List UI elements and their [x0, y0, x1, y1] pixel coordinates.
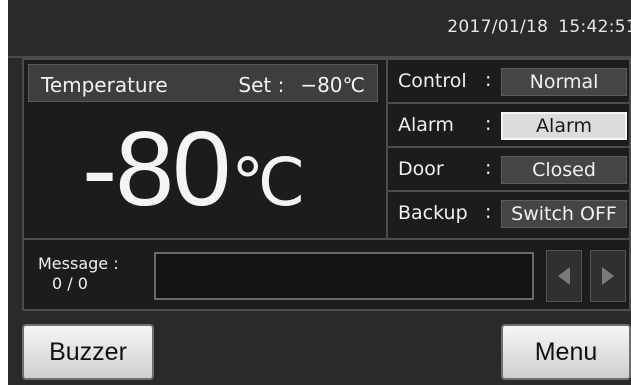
main-panel: Temperature Set : −80℃ -80℃ Control : Nor… — [22, 58, 631, 311]
status-row-control: Control : Normal — [388, 60, 629, 104]
clock-display: 2017/01/18 15:42:51 — [447, 17, 631, 37]
message-box — [154, 252, 534, 300]
status-colon: : — [485, 113, 492, 135]
status-row-backup: Backup : Switch OFF — [388, 192, 629, 236]
temperature-panel: Temperature Set : −80℃ -80℃ — [24, 60, 388, 238]
control-value: Normal — [501, 68, 627, 96]
temperature-title: Temperature — [41, 73, 168, 97]
control-label: Control — [398, 70, 467, 92]
temperature-header: Temperature Set : −80℃ — [28, 64, 378, 102]
message-row: Message : 0 / 0 — [24, 238, 629, 309]
date-text: 2017/01/18 — [447, 17, 549, 37]
message-next-button[interactable] — [590, 250, 626, 302]
triangle-left-icon — [558, 267, 570, 285]
triangle-right-icon — [602, 267, 614, 285]
status-colon: : — [485, 201, 492, 223]
menu-button[interactable]: Menu — [501, 324, 631, 380]
set-label: Set : — [238, 73, 285, 97]
status-row-door: Door : Closed — [388, 148, 629, 192]
current-temperature-value: -80 — [82, 110, 231, 228]
alarm-value[interactable]: Alarm — [501, 112, 627, 140]
status-panel: Control : Normal Alarm : Alarm Door : Cl… — [388, 60, 629, 238]
message-count: 0 / 0 — [52, 274, 88, 293]
top-bar: 2017/01/18 15:42:51 — [8, 0, 631, 58]
status-colon: : — [485, 69, 492, 91]
alarm-label: Alarm — [398, 114, 454, 136]
temperature-unit: ℃ — [231, 145, 306, 219]
set-point: Set : −80℃ — [238, 73, 365, 97]
backup-value: Switch OFF — [501, 200, 627, 228]
backup-label: Backup — [398, 202, 468, 224]
door-value: Closed — [501, 156, 627, 184]
current-temperature: -80℃ — [82, 116, 305, 222]
time-text: 15:42:51 — [558, 17, 631, 37]
buzzer-button[interactable]: Buzzer — [22, 324, 154, 380]
controller-screen: 2017/01/18 15:42:51 Temperature Set : −80℃… — [8, 0, 631, 385]
status-colon: : — [485, 157, 492, 179]
door-label: Door — [398, 158, 444, 180]
status-row-alarm: Alarm : Alarm — [388, 104, 629, 148]
message-label: Message : — [38, 254, 119, 273]
set-value: −80℃ — [300, 73, 365, 97]
message-label-block: Message : 0 / 0 — [38, 254, 128, 294]
message-prev-button[interactable] — [546, 250, 582, 302]
